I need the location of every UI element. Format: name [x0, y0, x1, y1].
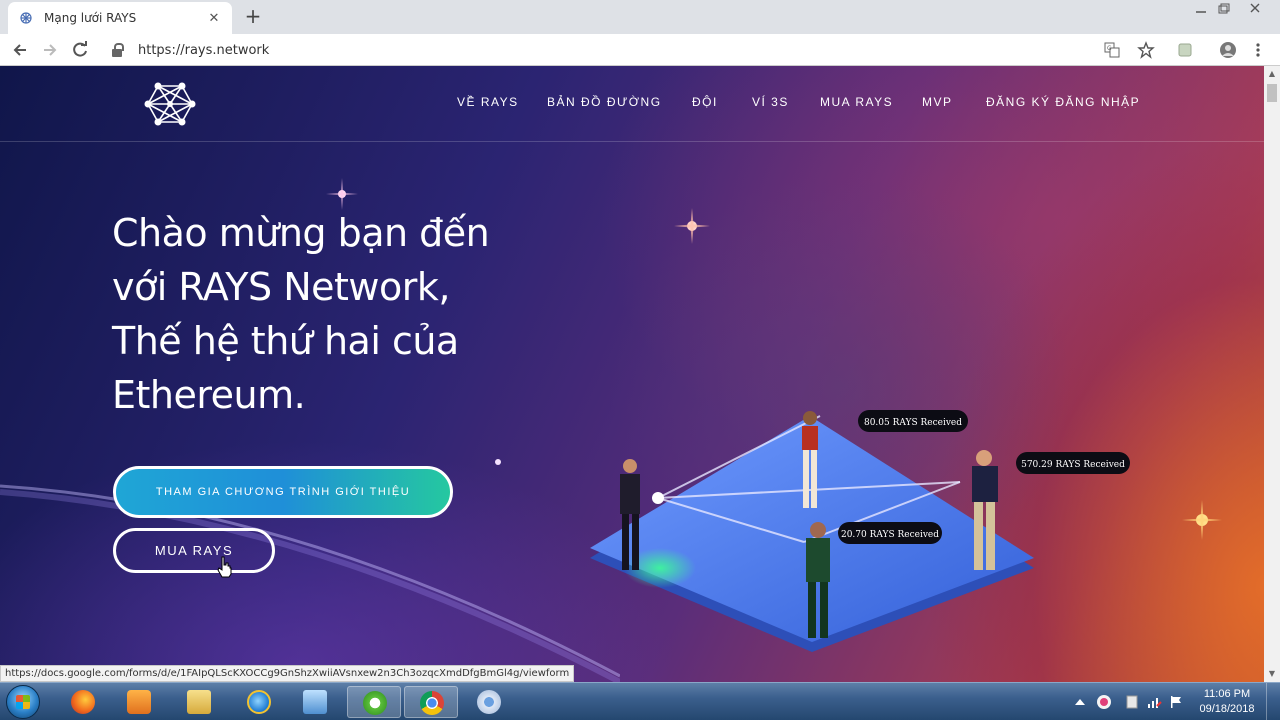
taskbar-chrome-alt[interactable]: [462, 686, 516, 718]
tray-app-icon[interactable]: [1096, 694, 1112, 710]
tab-title: Mạng lưới RAYS: [44, 11, 137, 25]
browser-tab[interactable]: Mạng lưới RAYS ✕: [8, 2, 232, 34]
browser-menu-icon[interactable]: [1249, 41, 1267, 59]
nav-buy-rays[interactable]: MUA RAYS: [820, 95, 893, 109]
browser-toolbar: https://rays.network G: [0, 34, 1280, 66]
taskbar-media-player[interactable]: [112, 686, 166, 718]
hero-line: Chào mừng bạn đến: [112, 211, 490, 255]
control-panel-icon: [303, 690, 327, 714]
close-window-icon[interactable]: [1244, 0, 1266, 20]
reload-icon[interactable]: [68, 38, 92, 62]
sparkle-icon: [1182, 500, 1222, 540]
clock-time: 11:06 PM: [1203, 688, 1251, 700]
translate-icon[interactable]: G: [1103, 41, 1121, 59]
extension-icon[interactable]: [1176, 41, 1194, 59]
scroll-down-icon[interactable]: ▼: [1264, 666, 1280, 682]
restore-icon[interactable]: [1213, 0, 1235, 20]
taskbar-internet-explorer[interactable]: [232, 686, 286, 718]
nav-about-rays[interactable]: VỀ RAYS: [457, 95, 519, 109]
url-text: https://rays.network: [138, 42, 270, 58]
address-bar[interactable]: https://rays.network: [106, 37, 1166, 63]
received-label: 570.29 RAYS Received: [1016, 452, 1130, 474]
hero-line: Thế hệ thứ hai của: [112, 319, 459, 363]
taskbar-explorer[interactable]: [172, 686, 226, 718]
svg-text:570.29 RAYS Received: 570.29 RAYS Received: [1021, 460, 1125, 470]
taskbar-control-panel[interactable]: [288, 686, 342, 718]
nav-mvp[interactable]: MVP: [922, 95, 953, 109]
green-app-icon: [363, 691, 387, 715]
join-referral-button[interactable]: THAM GIA CHƯƠNG TRÌNH GIỚI THIỆU: [113, 466, 453, 518]
folder-icon: [187, 690, 211, 714]
back-icon[interactable]: [8, 38, 32, 62]
system-clock[interactable]: 11:06 PM 09/18/2018: [1194, 687, 1260, 717]
scroll-thumb[interactable]: [1267, 84, 1277, 102]
svg-text:20.70 RAYS Received: 20.70 RAYS Received: [841, 530, 939, 540]
taskbar-chrome[interactable]: [404, 686, 458, 718]
media-player-icon: [127, 690, 151, 714]
hero-line: với RAYS Network,: [112, 265, 450, 309]
minimize-icon[interactable]: [1190, 0, 1212, 20]
chrome-alt-icon: [477, 690, 501, 714]
sparkle-icon: [674, 208, 710, 244]
network-icon[interactable]: [1146, 694, 1162, 710]
tab-close-icon[interactable]: ✕: [206, 11, 222, 26]
ie-icon: [247, 690, 271, 714]
windows-taskbar: 11:06 PM 09/18/2018: [0, 682, 1280, 720]
taskbar-firefox[interactable]: [56, 686, 110, 718]
tray-device-icon[interactable]: [1124, 694, 1140, 710]
site-favicon-icon: [20, 12, 32, 24]
profile-avatar-icon[interactable]: [1219, 41, 1237, 59]
page-scrollbar[interactable]: ▲ ▼: [1264, 66, 1280, 682]
taskbar-app-green[interactable]: [347, 686, 401, 718]
new-tab-button[interactable]: +: [243, 5, 263, 27]
hero-title: Chào mừng bạn đến với RAYS Network, Thế …: [112, 206, 542, 422]
svg-text:80.05 RAYS Received: 80.05 RAYS Received: [864, 418, 962, 428]
show-desktop-button[interactable]: [1266, 683, 1280, 720]
clock-date: 09/18/2018: [1199, 703, 1255, 715]
hero-line: Ethereum.: [112, 373, 306, 417]
scroll-up-icon[interactable]: ▲: [1264, 66, 1280, 82]
received-label: 20.70 RAYS Received: [838, 522, 942, 544]
nav-team[interactable]: ĐỘI: [692, 95, 718, 109]
link-status-bar: https://docs.google.com/forms/d/e/1FAIpQ…: [0, 665, 575, 682]
lock-icon: [112, 43, 124, 57]
browser-tab-bar: Mạng lưới RAYS ✕ +: [0, 0, 1280, 34]
hand-cursor-icon: [217, 556, 232, 578]
site-header: VỀ RAYS BẢN ĐỒ ĐƯỜNG ĐỘI VÍ 3S MUA RAYS …: [0, 66, 1264, 142]
forward-icon[interactable]: [38, 38, 62, 62]
web-page: VỀ RAYS BẢN ĐỒ ĐƯỜNG ĐỘI VÍ 3S MUA RAYS …: [0, 66, 1264, 682]
svg-text:G: G: [1107, 45, 1112, 52]
buy-rays-button[interactable]: MUA RAYS: [113, 528, 275, 573]
start-button[interactable]: [6, 685, 40, 719]
network-illustration: 80.05 RAYS Received 570.29 RAYS Received…: [590, 410, 1130, 652]
chrome-icon: [420, 691, 444, 715]
nav-register-login[interactable]: ĐĂNG KÝ ĐĂNG NHẬP: [986, 95, 1140, 109]
nav-roadmap[interactable]: BẢN ĐỒ ĐƯỜNG: [547, 95, 662, 109]
action-center-flag-icon[interactable]: [1168, 694, 1184, 710]
firefox-icon: [71, 690, 95, 714]
rays-logo-icon[interactable]: [144, 80, 196, 128]
received-label: 80.05 RAYS Received: [858, 410, 968, 432]
bookmark-star-icon[interactable]: [1137, 41, 1155, 59]
nav-wallet[interactable]: VÍ 3S: [752, 95, 789, 109]
tray-expand-icon[interactable]: [1074, 697, 1086, 707]
